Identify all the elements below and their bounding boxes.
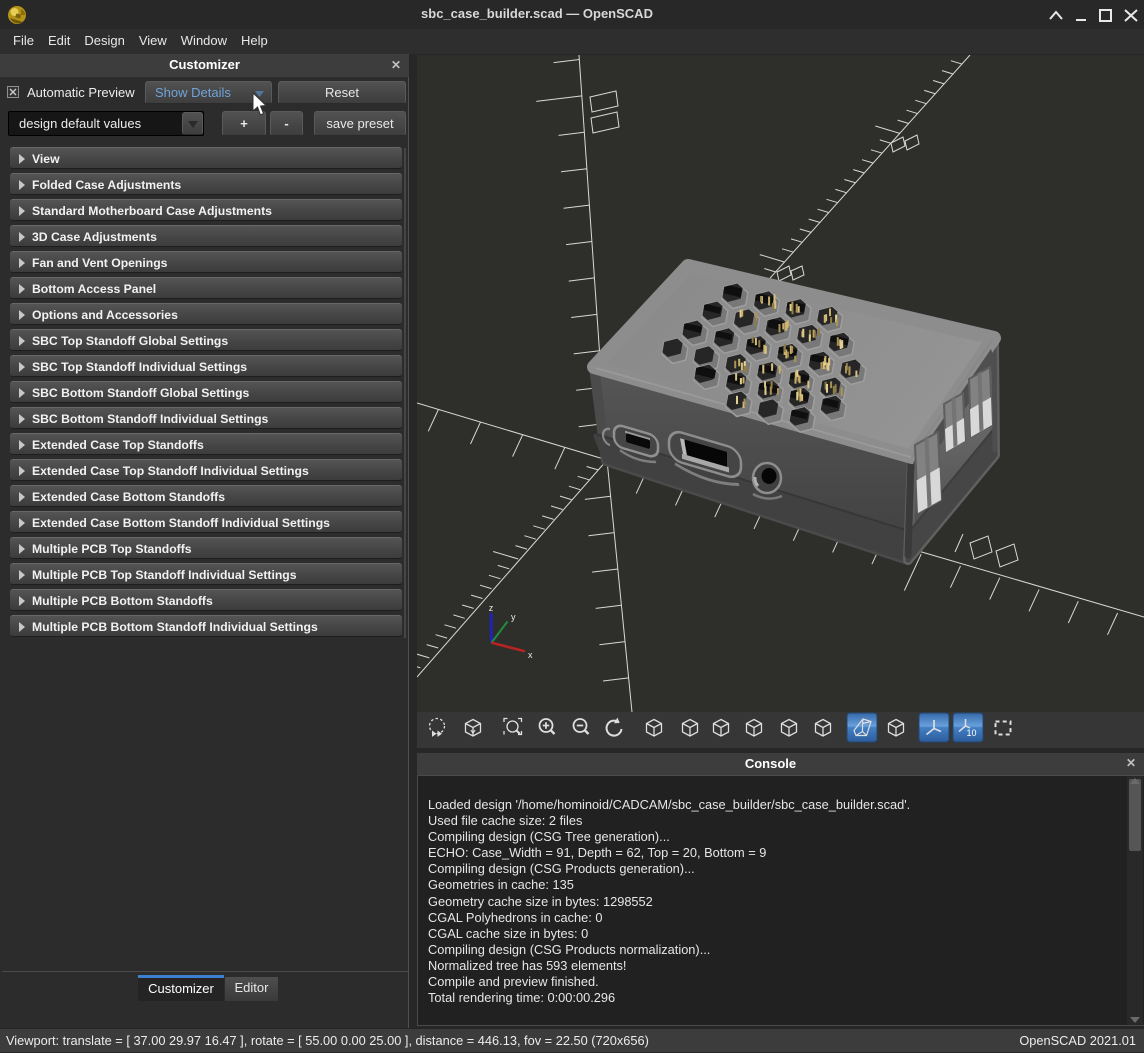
svg-text:z: z <box>489 603 494 613</box>
svg-text:x: x <box>528 650 533 660</box>
svg-text:y: y <box>511 612 516 622</box>
svg-text:10: 10 <box>967 728 977 738</box>
